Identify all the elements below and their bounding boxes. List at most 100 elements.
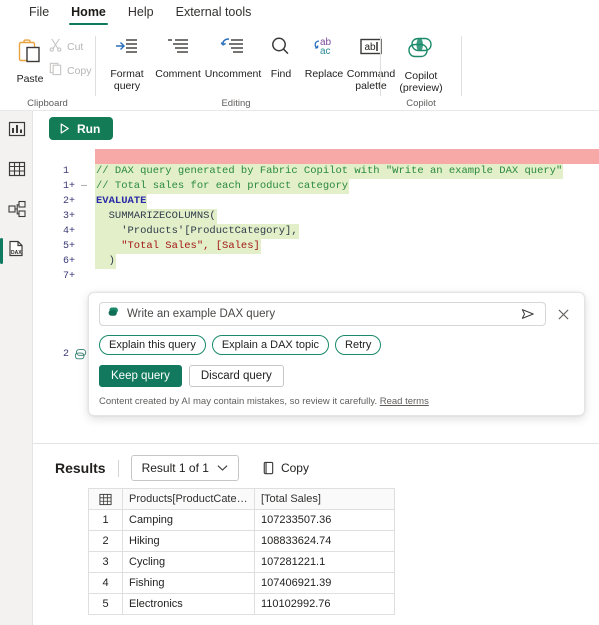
copilot-prompt-input[interactable]: Write an example DAX query xyxy=(99,302,546,326)
editor-deleted-band xyxy=(95,149,599,164)
read-terms-link[interactable]: Read terms xyxy=(380,396,429,407)
copy-button[interactable]: Copy xyxy=(48,61,92,81)
table-header-row: Products[ProductCateg... [Total Sales] xyxy=(88,488,395,510)
sidebar-item-dax-query-view[interactable]: DAX xyxy=(0,231,33,271)
table-header-total-sales[interactable]: [Total Sales] xyxy=(254,488,395,510)
table-row[interactable]: 4 Fishing 107406921.39 xyxy=(88,572,395,594)
editing-group-label: Editing xyxy=(221,98,251,109)
table-corner-header[interactable] xyxy=(88,488,123,510)
copy-icon xyxy=(48,61,63,81)
row-index: 5 xyxy=(88,593,123,615)
sidebar-item-table-view[interactable] xyxy=(0,151,33,191)
editor-line-text: 'Products'[ProductCategory], xyxy=(95,224,299,239)
left-rail: DAX xyxy=(0,111,33,625)
svg-text:ab: ab xyxy=(365,42,377,53)
find-button[interactable]: Find xyxy=(262,29,300,80)
format-query-button[interactable]: Format query xyxy=(101,29,153,92)
dax-query-icon: DAX xyxy=(7,239,26,263)
model-relationship-icon xyxy=(7,200,26,223)
row-index: 3 xyxy=(88,551,123,573)
comment-button[interactable]: Comment xyxy=(152,29,204,80)
send-icon[interactable] xyxy=(518,305,538,323)
discard-query-button[interactable]: Discard query xyxy=(188,365,284,387)
tab-home[interactable]: Home xyxy=(60,0,117,26)
uncomment-button[interactable]: Uncomment xyxy=(204,29,262,80)
table-row[interactable]: 3 Cycling 107281221.1 xyxy=(88,551,395,573)
table-grid-icon xyxy=(8,160,26,183)
editor-line-text: EVALUATE xyxy=(95,194,148,209)
cut-label: Cut xyxy=(67,41,84,53)
cell-category: Camping xyxy=(122,509,255,531)
cell-total-sales: 107233507.36 xyxy=(254,509,395,531)
sidebar-item-model-view[interactable] xyxy=(0,191,33,231)
tab-help[interactable]: Help xyxy=(117,0,165,26)
ribbon-group-editing: Format query Comment Uncomment Find ab a… xyxy=(96,29,395,111)
cell-total-sales: 107406921.39 xyxy=(254,572,395,594)
copilot-preview-button[interactable]: Copilot (preview) xyxy=(391,29,451,94)
find-label: Find xyxy=(270,68,292,80)
svg-text:DAX: DAX xyxy=(11,250,22,256)
editor-line: 1+ // DAX query generated by Fabric Copi… xyxy=(33,164,599,192)
editor-line-number: 2 xyxy=(62,349,69,360)
chip-explain-this-query[interactable]: Explain this query xyxy=(99,335,206,355)
cell-category: Cycling xyxy=(122,551,255,573)
editor-line-number: 7+ xyxy=(62,271,75,282)
copy-results-button[interactable]: Copy xyxy=(261,461,309,476)
tab-file[interactable]: File xyxy=(18,0,60,26)
editor-line: 6+ "Total Sales", [Sales] xyxy=(33,239,599,267)
table-row[interactable]: 1 Camping 107233507.36 xyxy=(88,509,395,531)
grid-icon xyxy=(99,493,112,505)
cell-total-sales: 108833624.74 xyxy=(254,530,395,552)
keep-query-button[interactable]: Keep query xyxy=(99,365,182,387)
copilot-inline-icon[interactable] xyxy=(73,347,88,366)
chevron-down-icon xyxy=(217,465,228,471)
run-label: Run xyxy=(77,121,101,136)
copilot-suggestion-chips: Explain this query Explain a DAX topic R… xyxy=(99,335,574,355)
editor-line-deleted: 1 — xyxy=(33,149,599,192)
ribbon-separator-3 xyxy=(461,36,462,96)
copilot-group-label: Copilot xyxy=(406,98,436,109)
table-row[interactable]: 5 Electronics 110102992.76 xyxy=(88,593,395,615)
editor-line-text: ) xyxy=(95,254,116,269)
sidebar-item-report-view[interactable] xyxy=(0,111,33,151)
paste-button[interactable]: Paste xyxy=(6,33,54,85)
chip-retry[interactable]: Retry xyxy=(335,335,382,355)
comment-icon xyxy=(165,35,191,64)
clipboard-group-label: Clipboard xyxy=(27,98,68,109)
comment-label: Comment xyxy=(155,68,201,80)
uncomment-icon xyxy=(220,35,246,64)
table-row[interactable]: 2 Hiking 108833624.74 xyxy=(88,530,395,552)
close-icon[interactable] xyxy=(552,303,574,325)
paste-icon xyxy=(16,38,44,71)
tab-external-tools[interactable]: External tools xyxy=(165,0,263,26)
disclaimer-text: Content created by AI may contain mistak… xyxy=(99,396,378,407)
replace-icon: ab ac xyxy=(310,35,338,64)
copy-results-icon xyxy=(263,461,274,474)
copilot-disclaimer: Content created by AI may contain mistak… xyxy=(99,396,574,407)
chip-explain-a-dax-topic[interactable]: Explain a DAX topic xyxy=(211,335,330,355)
row-index: 2 xyxy=(88,530,123,552)
report-chart-icon xyxy=(8,120,26,143)
copilot-popup: Write an example DAX query Explain this … xyxy=(88,292,585,416)
result-selector-label: Result 1 of 1 xyxy=(141,461,209,475)
find-icon xyxy=(268,35,294,64)
editor-line-text: // Total sales for each product category xyxy=(95,179,350,194)
result-selector-dropdown[interactable]: Result 1 of 1 xyxy=(130,455,239,481)
format-query-label: Format query xyxy=(110,68,144,92)
ribbon-group-copilot: Copilot (preview) Copilot xyxy=(381,29,461,111)
editor-line-text: // DAX query generated by Fabric Copilot… xyxy=(95,164,564,179)
replace-button[interactable]: ab ac Replace xyxy=(300,29,348,80)
copy-results-label: Copy xyxy=(280,461,309,475)
table-header-category[interactable]: Products[ProductCateg... xyxy=(122,488,255,510)
run-button[interactable]: Run xyxy=(49,117,114,140)
dax-code-editor[interactable]: 1 — 1+ // DAX query generated by Fabric … xyxy=(33,149,599,360)
paste-label: Paste xyxy=(16,73,44,85)
row-index: 4 xyxy=(88,572,123,594)
results-toolbar: Results Result 1 of 1 Copy xyxy=(55,455,309,481)
play-icon xyxy=(60,123,69,134)
cell-category: Electronics xyxy=(122,593,255,615)
editor-line: 5+ 'Products'[ProductCategory], xyxy=(33,224,599,252)
editor-line: 3+ EVALUATE xyxy=(33,194,599,222)
cut-button[interactable]: Cut xyxy=(48,37,83,57)
query-toolbar: Run xyxy=(49,117,114,140)
